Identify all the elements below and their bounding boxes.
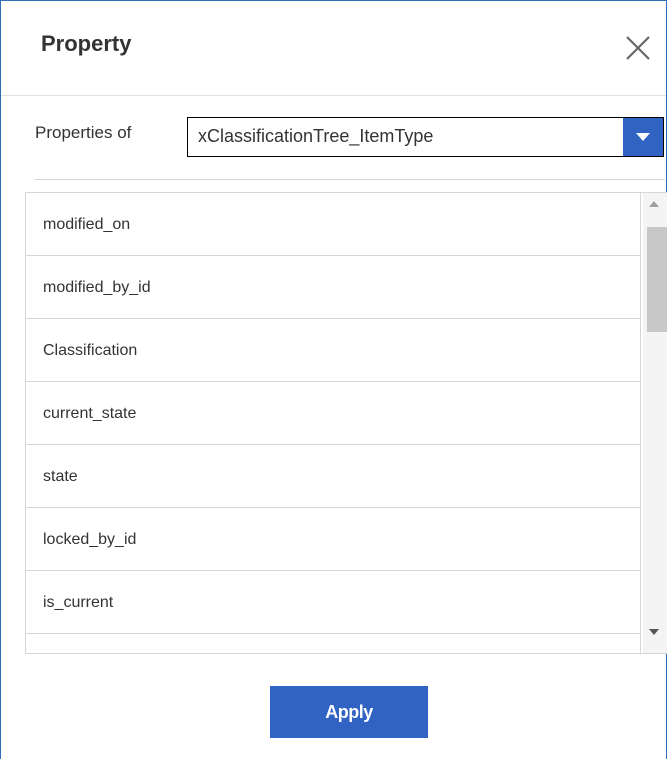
- property-dialog: Property Properties of xClassificationTr…: [0, 0, 667, 759]
- close-icon: [626, 36, 650, 60]
- property-list-items: modified_on modified_by_id Classificatio…: [26, 193, 641, 653]
- list-item[interactable]: locked_by_id: [26, 508, 641, 571]
- properties-of-label: Properties of: [35, 123, 132, 142]
- apply-button[interactable]: Apply: [270, 686, 428, 738]
- list-item[interactable]: current_state: [26, 382, 641, 445]
- list-item[interactable]: Classification: [26, 319, 641, 382]
- list-item[interactable]: state: [26, 445, 641, 508]
- list-item[interactable]: is_current: [26, 571, 641, 634]
- item-type-select-value: xClassificationTree_ItemType: [198, 126, 434, 146]
- close-button[interactable]: [623, 33, 653, 63]
- properties-of-row: Properties of xClassificationTree_ItemTy…: [35, 117, 665, 157]
- list-item[interactable]: modified_on: [26, 193, 641, 256]
- dialog-title: Property: [41, 31, 132, 56]
- dropdown-button[interactable]: [623, 118, 663, 156]
- list-item[interactable]: [26, 634, 641, 653]
- chevron-down-icon: [636, 133, 650, 141]
- list-scrollbar[interactable]: [643, 193, 667, 653]
- divider: [35, 179, 665, 180]
- property-list: modified_on modified_by_id Classificatio…: [25, 192, 667, 654]
- scroll-up-icon[interactable]: [649, 201, 659, 208]
- list-item[interactable]: modified_by_id: [26, 256, 641, 319]
- scroll-down-icon[interactable]: [649, 629, 659, 636]
- item-type-select[interactable]: xClassificationTree_ItemType: [187, 117, 664, 157]
- scrollbar-thumb[interactable]: [647, 227, 667, 332]
- dialog-header: Property: [1, 1, 666, 96]
